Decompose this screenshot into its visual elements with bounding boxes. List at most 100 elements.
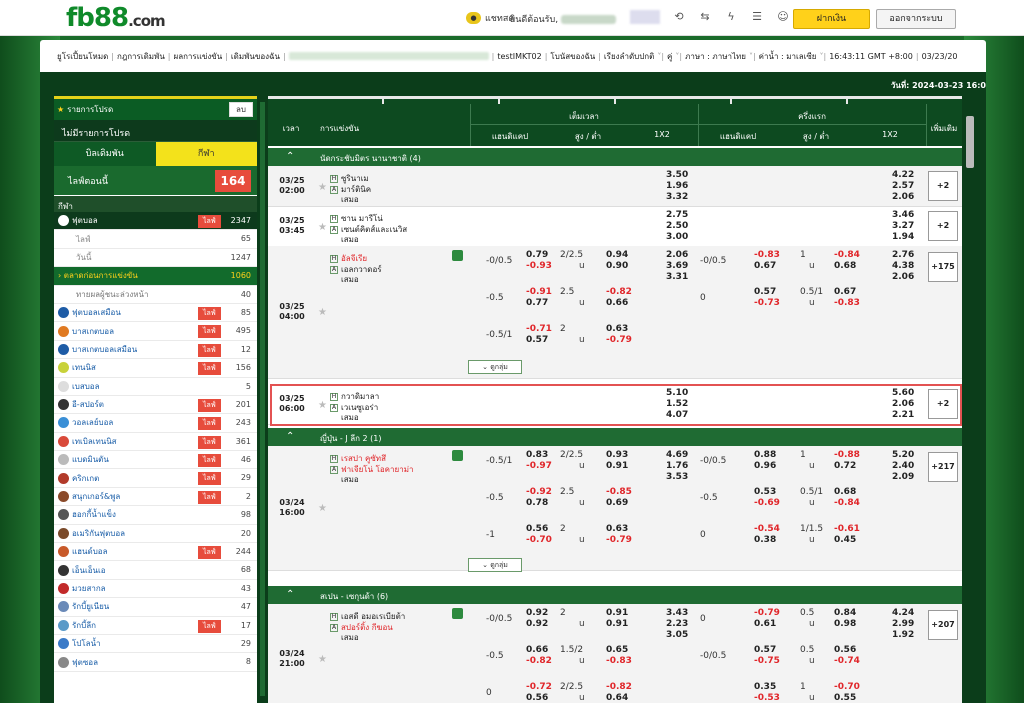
league-group-header[interactable]: ⌃ ญี่ปุ่น - J ลีก 2 (1) bbox=[268, 428, 962, 446]
sidebar-item-7[interactable]: บาสเกตบอลเสมือน ไลฟ์ 12 bbox=[54, 341, 257, 360]
ft-under-odds[interactable]: -0.83 bbox=[606, 656, 632, 666]
ft-handicap-away[interactable]: 0.57 bbox=[526, 335, 548, 345]
ft-handicap-away[interactable]: -0.70 bbox=[526, 535, 552, 545]
ft-under-odds[interactable]: -0.79 bbox=[606, 335, 632, 345]
live-chat-link[interactable]: ● แชทสด bbox=[466, 11, 514, 25]
expand-group-button[interactable]: ⌄ ดูกลุ่ม bbox=[468, 558, 522, 572]
collapse-icon[interactable]: ⌃ bbox=[286, 589, 294, 600]
ht-handicap-home[interactable]: 0.57 bbox=[754, 645, 776, 655]
nav-username[interactable]: testIMKT02 bbox=[494, 52, 544, 61]
ht-handicap-away[interactable]: -0.75 bbox=[754, 656, 780, 666]
deposit-button[interactable]: ฝากเงิน bbox=[793, 9, 870, 29]
nav-language[interactable]: ภาษา : ภาษาไทย bbox=[682, 50, 749, 63]
transfer-icon[interactable]: ⇆ bbox=[698, 10, 712, 24]
ht-1x2-odds[interactable]: 3.27 bbox=[892, 221, 914, 231]
nav-my-bets[interactable]: เดิมพันของฉัน bbox=[228, 50, 283, 63]
ht-over-odds[interactable]: 0.67 bbox=[834, 287, 856, 297]
ht-under-odds[interactable]: -0.84 bbox=[834, 498, 860, 508]
ft-handicap-away[interactable]: 0.77 bbox=[526, 298, 548, 308]
sidebar-item-24[interactable]: ฟุตซอล 8 bbox=[54, 653, 257, 672]
sidebar-item-11[interactable]: วอลเลย์บอล ไลฟ์ 243 bbox=[54, 414, 257, 433]
ft-over-odds[interactable]: 0.94 bbox=[606, 250, 628, 260]
more-markets-button[interactable]: +175 bbox=[928, 252, 958, 282]
ft-handicap-away[interactable]: -0.93 bbox=[526, 261, 552, 271]
ft-under-odds[interactable]: 0.64 bbox=[606, 693, 628, 703]
live-now-box[interactable]: ไลฟ์ตอนนี้ 164 bbox=[54, 166, 257, 196]
ft-over-odds[interactable]: -0.82 bbox=[606, 287, 632, 297]
ft-under-odds[interactable]: 0.90 bbox=[606, 261, 628, 271]
ft-1x2-odds[interactable]: 3.32 bbox=[666, 192, 688, 202]
ht-over-odds[interactable]: -0.70 bbox=[834, 682, 860, 692]
ft-1x2-odds[interactable]: 4.69 bbox=[666, 450, 688, 460]
sidebar-item-5[interactable]: ฟุตบอลเสมือน ไลฟ์ 85 bbox=[54, 304, 257, 323]
ft-over-odds[interactable]: 0.65 bbox=[606, 645, 628, 655]
ht-under-odds[interactable]: 0.98 bbox=[834, 619, 856, 629]
sidebar-item-10[interactable]: อี-สปอร์ต ไลฟ์ 201 bbox=[54, 396, 257, 415]
favorite-star-icon[interactable]: ★ bbox=[318, 222, 327, 233]
ft-under-odds[interactable]: -0.79 bbox=[606, 535, 632, 545]
ht-1x2-odds[interactable]: 2.76 bbox=[892, 250, 914, 260]
ht-over-odds[interactable]: -0.88 bbox=[834, 450, 860, 460]
ht-handicap-away[interactable]: 0.61 bbox=[754, 619, 776, 629]
ht-handicap-home[interactable]: 0.88 bbox=[754, 450, 776, 460]
sidebar-item-1[interactable]: ไลฟ์ 65 bbox=[54, 230, 257, 249]
ht-1x2-odds[interactable]: 4.38 bbox=[892, 261, 914, 271]
user-icon[interactable]: ☺ bbox=[776, 10, 790, 24]
ht-handicap-away[interactable]: 0.67 bbox=[754, 261, 776, 271]
logout-button[interactable]: ออกจากระบบ bbox=[876, 9, 956, 29]
ht-under-odds[interactable]: 0.45 bbox=[834, 535, 856, 545]
ft-under-odds[interactable]: 0.91 bbox=[606, 461, 628, 471]
sidebar-item-17[interactable]: อเมริกันฟุตบอล 20 bbox=[54, 525, 257, 544]
table-scrollbar[interactable] bbox=[962, 96, 986, 703]
sidebar-item-15[interactable]: สนุกเกอร์&พูล ไลฟ์ 2 bbox=[54, 488, 257, 507]
ht-1x2-odds[interactable]: 2.09 bbox=[892, 472, 914, 482]
table-scroll-thumb[interactable] bbox=[966, 116, 974, 168]
sidebar-item-21[interactable]: รักบี้ยูเนียน 47 bbox=[54, 598, 257, 617]
collapse-icon[interactable]: ⌃ bbox=[286, 151, 294, 162]
ft-1x2-odds[interactable]: 3.00 bbox=[666, 232, 688, 242]
ht-under-odds[interactable]: -0.74 bbox=[834, 656, 860, 666]
ht-over-odds[interactable]: 0.84 bbox=[834, 608, 856, 618]
ft-handicap-away[interactable]: -0.97 bbox=[526, 461, 552, 471]
expand-group-button[interactable]: ⌄ ดูกลุ่ม bbox=[468, 360, 522, 374]
league-group-header[interactable]: ⌃ สเปน - เซกุนด้า (6) bbox=[268, 586, 962, 604]
ht-handicap-away[interactable]: -0.73 bbox=[754, 298, 780, 308]
ft-over-odds[interactable]: 0.63 bbox=[606, 524, 628, 534]
ft-handicap-home[interactable]: -0.92 bbox=[526, 487, 552, 497]
league-group-header[interactable]: ⌃ นัดกระชับมิตร นานาชาติ (4) bbox=[268, 148, 962, 166]
more-markets-button[interactable]: +207 bbox=[928, 610, 958, 640]
ht-under-odds[interactable]: 0.68 bbox=[834, 261, 856, 271]
sidebar-item-13[interactable]: แบดมินตัน ไลฟ์ 46 bbox=[54, 451, 257, 470]
nav-european-mode[interactable]: ยูโรเปี้ยนโหมด bbox=[54, 50, 111, 63]
ft-over-odds[interactable]: 0.93 bbox=[606, 450, 628, 460]
ft-handicap-home[interactable]: 0.83 bbox=[526, 450, 548, 460]
nav-odds-type[interactable]: ค่าน้ำ : มาเลเซีย bbox=[756, 50, 820, 63]
favorite-star-icon[interactable]: ★ bbox=[318, 182, 327, 193]
sidebar-item-4[interactable]: ทายผลผู้ชนะล่วงหน้า 40 bbox=[54, 286, 257, 304]
history-icon[interactable]: ☰ bbox=[750, 10, 764, 24]
ft-1x2-odds[interactable]: 3.50 bbox=[666, 170, 688, 180]
match-teams[interactable]: H เอสดี อมอเรเบียต้า A สปอร์ติ้ง กีฆอน เสมอ bbox=[330, 612, 405, 644]
ht-handicap-home[interactable]: 0.53 bbox=[754, 487, 776, 497]
stats-icon[interactable] bbox=[452, 608, 463, 619]
ht-1x2-odds[interactable]: 2.99 bbox=[892, 619, 914, 629]
ht-under-odds[interactable]: 0.72 bbox=[834, 461, 856, 471]
sidebar-item-16[interactable]: ฮอกกี้น้ำแข็ง 98 bbox=[54, 506, 257, 525]
ht-handicap-home[interactable]: 0.35 bbox=[754, 682, 776, 692]
ft-1x2-odds[interactable]: 3.05 bbox=[666, 630, 688, 640]
ft-handicap-away[interactable]: 0.78 bbox=[526, 498, 548, 508]
ht-under-odds[interactable]: 0.55 bbox=[834, 693, 856, 703]
stats-icon[interactable] bbox=[452, 450, 463, 461]
ht-handicap-away[interactable]: -0.53 bbox=[754, 693, 780, 703]
lightning-icon[interactable]: ϟ bbox=[724, 10, 738, 24]
ft-under-odds[interactable]: 0.91 bbox=[606, 619, 628, 629]
more-markets-button[interactable]: +2 bbox=[928, 211, 958, 241]
ft-1x2-odds[interactable]: 1.76 bbox=[666, 461, 688, 471]
nav-results[interactable]: ผลการแข่งขัน bbox=[171, 50, 226, 63]
favorite-star-icon[interactable]: ★ bbox=[318, 503, 327, 514]
match-teams[interactable]: H ซูรินาเม A มาร์ตินิค เสมอ bbox=[330, 174, 371, 206]
ft-1x2-odds[interactable]: 2.50 bbox=[666, 221, 688, 231]
ht-handicap-home[interactable]: -0.83 bbox=[754, 250, 780, 260]
ht-1x2-odds[interactable]: 4.22 bbox=[892, 170, 914, 180]
sidebar-item-19[interactable]: เอ็นเอ็นเอ 68 bbox=[54, 561, 257, 580]
